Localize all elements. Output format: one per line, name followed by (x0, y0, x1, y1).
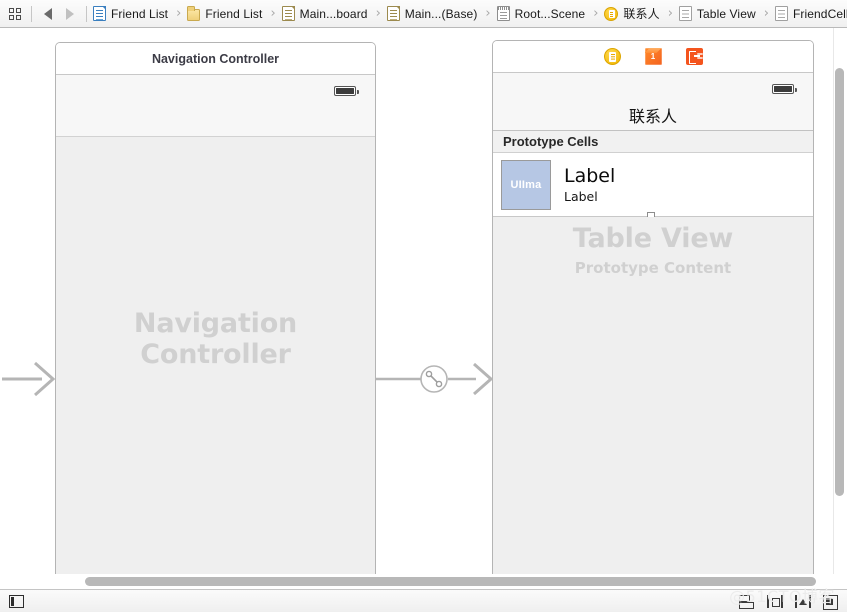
navigation-controller-scene[interactable]: Navigation Controller Navigation Control… (55, 42, 376, 582)
breadcrumb-label: FriendCellIdentifier (792, 6, 847, 21)
prototype-cells-header: Prototype Cells (493, 131, 813, 153)
cell-subtitle-label[interactable]: Label (564, 189, 615, 204)
document-outline-toggle-icon[interactable] (9, 594, 24, 608)
breadcrumb-item-group[interactable]: Friend List (186, 1, 263, 27)
breadcrumb-item-storyboard-base[interactable]: Main...(Base) (386, 1, 479, 27)
navigation-bar-title: 联系人 (628, 106, 677, 126)
related-items-button[interactable] (4, 3, 26, 25)
chevron-right-icon (66, 7, 74, 20)
breadcrumb-label: Main...(Base) (404, 6, 478, 21)
battery-icon (334, 86, 359, 96)
forward-button[interactable] (59, 3, 81, 25)
vertical-scrollbar-thumb[interactable] (835, 68, 844, 496)
folder-icon (187, 5, 201, 21)
breadcrumb-label: Root...Scene (514, 6, 586, 21)
scene-icon (496, 6, 510, 21)
table-view-body: Table View Prototype Content (493, 217, 813, 581)
table-view-placeholder-title: Table View (572, 223, 734, 254)
resolve-auto-layout-issues-icon[interactable] (795, 594, 812, 608)
scene-title: Navigation Controller (151, 51, 280, 66)
breadcrumb-separator: › (593, 6, 599, 21)
table-view-icon (678, 6, 692, 21)
cell-image-view[interactable]: UIIma (501, 159, 551, 210)
navigation-bar[interactable]: 联系人 (493, 99, 813, 131)
storyboard-canvas[interactable]: Navigation Controller Navigation Control… (0, 28, 847, 584)
navigation-controller-body: Navigation Controller (56, 137, 375, 581)
breadcrumb-item-view-controller[interactable]: 联系人 (603, 1, 660, 27)
status-bar (493, 73, 813, 99)
project-document-icon (93, 6, 106, 21)
breadcrumb-separator: › (667, 6, 673, 21)
first-responder-icon[interactable] (644, 48, 662, 65)
horizontal-scrollbar-thumb[interactable] (85, 577, 816, 586)
breadcrumb-separator: › (375, 6, 381, 21)
breadcrumb-separator: › (763, 6, 769, 21)
editor-bottom-bar (0, 589, 847, 612)
scene-dock-toolbar (493, 41, 813, 73)
chevron-left-icon (44, 7, 52, 20)
table-view-placeholder-subtitle: Prototype Content (574, 259, 732, 277)
divider (31, 5, 32, 22)
status-bar (56, 75, 375, 137)
resizing-behavior-icon[interactable] (823, 594, 840, 610)
breadcrumb-item-project[interactable]: Friend List (92, 1, 169, 27)
relationship-segue[interactable] (376, 358, 493, 400)
breadcrumb-item-scene[interactable]: Root...Scene (496, 1, 587, 27)
cell-title-label[interactable]: Label (564, 165, 615, 187)
align-icon[interactable] (739, 594, 756, 609)
battery-icon (772, 84, 797, 94)
view-controller-icon[interactable] (603, 48, 621, 65)
breadcrumb-label: Table View (696, 6, 756, 21)
auto-layout-button-group (739, 594, 840, 610)
storyboard-entry-point-arrow[interactable] (2, 358, 55, 400)
breadcrumb-label: Friend List (111, 6, 169, 21)
section-header-label: Prototype Cells (503, 134, 599, 149)
storyboard-document-icon (281, 6, 295, 21)
grid-icon (9, 7, 21, 20)
divider (86, 5, 87, 22)
breadcrumb-label: 联系人 (623, 7, 660, 21)
exit-icon[interactable] (685, 48, 703, 65)
cell-label-stack: Label Label (564, 165, 615, 204)
storyboard-document-icon (386, 6, 400, 21)
breadcrumb-label: Friend List (205, 6, 263, 21)
breadcrumb-label: Main...board (299, 6, 368, 21)
prototype-cell[interactable]: UIIma Label Label (493, 153, 813, 220)
breadcrumb-separator: › (485, 6, 491, 21)
scene-titlebar: Navigation Controller (56, 43, 375, 75)
back-button[interactable] (37, 3, 59, 25)
table-view-controller-scene[interactable]: 联系人 Prototype Cells UIIma Label Label Ta… (492, 40, 814, 582)
breadcrumb-item-table-view[interactable]: Table View (678, 1, 757, 27)
breadcrumb-separator: › (270, 6, 276, 21)
jump-bar: Friend List › Friend List › Main...board… (0, 0, 847, 28)
breadcrumb-item-storyboard[interactable]: Main...board (281, 1, 369, 27)
scene-placeholder-label: Navigation Controller (133, 308, 298, 370)
breadcrumb-separator: › (176, 6, 182, 21)
breadcrumb-item-cell[interactable]: FriendCellIdentifier (774, 1, 847, 27)
pin-icon[interactable] (767, 594, 784, 608)
cell-image-label: UIIma (510, 178, 542, 191)
view-controller-icon (604, 6, 619, 21)
table-view-cell-icon (774, 6, 788, 21)
